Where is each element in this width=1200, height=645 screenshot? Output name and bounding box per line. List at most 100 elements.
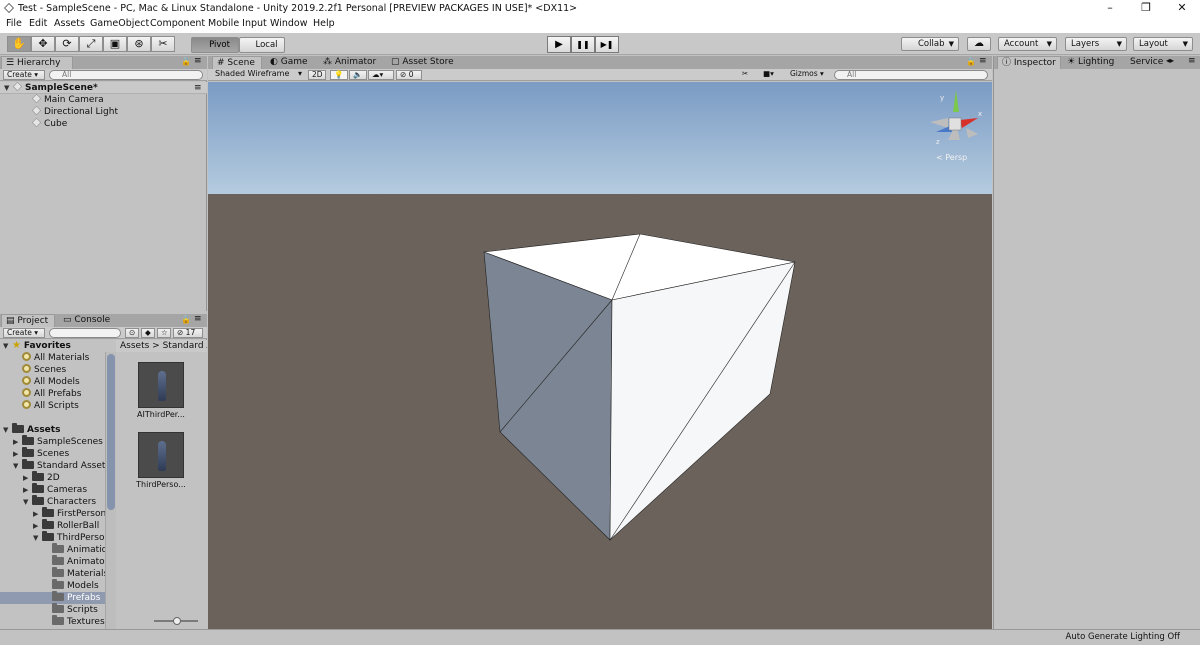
project-search-input[interactable] [49, 328, 121, 338]
custom-tool-icon[interactable]: ✂ [151, 36, 175, 52]
draw-mode-dropdown[interactable]: Shaded Wireframe ▾ [212, 70, 304, 80]
prefab-thumbnail[interactable] [138, 362, 184, 408]
tab-lighting[interactable]: ☀ Lighting [1067, 56, 1114, 69]
lock-icon[interactable]: 🔒 [181, 315, 191, 324]
expand-arrow-icon[interactable]: ▼ [33, 532, 42, 544]
effects-dropdown-icon[interactable]: ☁▾ [368, 70, 394, 80]
tab-inspector[interactable]: ⓘ Inspector [997, 56, 1061, 69]
asset-folder-item[interactable]: Textures [0, 615, 118, 628]
asset-folder-item[interactable]: Animator [0, 555, 118, 568]
move-tool-icon[interactable]: ✥ [31, 36, 55, 52]
menu-assets[interactable]: Assets [54, 18, 85, 29]
menu-mobile-input[interactable]: Mobile Input [208, 18, 267, 29]
expand-arrow-icon[interactable]: ▶ [13, 436, 22, 448]
collab-dropdown[interactable]: Collab ▼ [901, 37, 959, 51]
menu-gameobject[interactable]: GameObject [90, 18, 149, 29]
tools-icon[interactable]: ✂ [739, 70, 757, 80]
local-toggle[interactable]: Local [239, 37, 285, 53]
asset-folder-item[interactable]: Models [0, 579, 118, 592]
menu-file[interactable]: File [6, 18, 22, 29]
menu-window[interactable]: Window [270, 18, 307, 29]
gizmos-dropdown[interactable]: Gizmos ▾ [787, 70, 829, 80]
slider-handle[interactable] [173, 617, 181, 625]
menu-component[interactable]: Component [150, 18, 205, 29]
transform-tool-icon[interactable]: ⊛ [127, 36, 151, 52]
tab-console[interactable]: ▭ Console [63, 314, 110, 327]
status-text[interactable]: Auto Generate Lighting Off [1066, 632, 1180, 642]
prefab-thumbnail[interactable] [138, 432, 184, 478]
project-create-button[interactable]: Create ▾ [3, 328, 45, 338]
breadcrumb-item[interactable]: Standard A [163, 341, 207, 351]
breadcrumb-item[interactable]: Assets [120, 341, 149, 351]
asset-folder-item[interactable]: Scripts [0, 603, 118, 616]
asset-folder-item[interactable]: ▶ SampleScenes [0, 435, 118, 448]
favorites-header[interactable]: ▼ ★ Favorites [0, 340, 71, 352]
minimize-button[interactable]: – [1092, 0, 1128, 17]
menu-edit[interactable]: Edit [29, 18, 47, 29]
scene-row[interactable]: ▼ SampleScene* ≡ [0, 81, 207, 94]
rotate-tool-icon[interactable]: ⟳ [55, 36, 79, 52]
hidden-count-badge[interactable]: ⊘ 17 [173, 328, 203, 338]
expand-arrow-icon[interactable]: ▼ [13, 460, 22, 472]
close-button[interactable]: ✕ [1164, 0, 1200, 17]
asset-folder-item[interactable]: ▼ Characters [0, 495, 118, 508]
hierarchy-item-directional-light[interactable]: Directional Light [31, 105, 118, 118]
hierarchy-search-input[interactable]: All [49, 70, 203, 80]
play-button[interactable]: ▶ [547, 36, 571, 53]
hierarchy-item-main-camera[interactable]: Main Camera [31, 93, 104, 106]
favorite-star-icon[interactable]: ☆ [157, 328, 171, 338]
account-dropdown[interactable]: Account ▼ [998, 37, 1057, 51]
asset-folder-item[interactable]: Animation [0, 543, 118, 556]
favorite-item[interactable]: All Scripts [22, 400, 79, 412]
icon-size-slider[interactable] [154, 617, 198, 625]
tab-scene[interactable]: # Scene [212, 56, 262, 69]
filter-type-icon[interactable]: ⊙ [125, 328, 139, 338]
hierarchy-item-cube[interactable]: Cube [31, 117, 67, 130]
asset-folder-item[interactable]: ▶ Cameras [0, 483, 118, 496]
scene-search-input[interactable]: All [834, 70, 988, 80]
expand-arrow-icon[interactable]: ▶ [23, 484, 32, 496]
tab-asset-store[interactable]: ▢ Asset Store [391, 56, 454, 69]
assets-header[interactable]: ▼ Assets [0, 423, 60, 436]
tree-scrollbar[interactable] [105, 352, 116, 629]
panel-menu-icon[interactable]: ≡ [194, 314, 202, 324]
expand-arrow-icon[interactable]: ▶ [13, 448, 22, 460]
cloud-button[interactable]: ☁ [967, 37, 991, 51]
favorite-item[interactable]: All Materials [22, 352, 89, 364]
lock-icon[interactable]: 🔒 [966, 57, 976, 66]
pivot-toggle[interactable]: Pivot [191, 37, 239, 53]
panel-menu-icon[interactable]: ≡ [979, 56, 987, 66]
maximize-button[interactable]: ❐ [1128, 0, 1164, 17]
rect-tool-icon[interactable]: ▣ [103, 36, 127, 52]
expand-arrow-icon[interactable]: ▶ [33, 520, 42, 532]
panel-menu-icon[interactable]: ≡ [1188, 56, 1196, 66]
tab-game[interactable]: ◐ Game [270, 56, 308, 69]
favorite-item[interactable]: Scenes [22, 364, 66, 376]
tab-scroll-icon[interactable]: ◂▸ [1166, 56, 1174, 65]
asset-folder-item[interactable]: ▶ 2D [0, 471, 118, 484]
favorite-item[interactable]: All Prefabs [22, 388, 81, 400]
scale-tool-icon[interactable]: ⤢ [79, 36, 103, 52]
tab-project[interactable]: ▤ Project [1, 314, 55, 327]
favorite-item[interactable]: All Models [22, 376, 80, 388]
asset-folder-item[interactable]: Materials [0, 567, 118, 580]
asset-folder-item[interactable]: ▼ Standard Assets [0, 459, 118, 472]
filter-label-icon[interactable]: ◆ [141, 328, 155, 338]
asset-folder-item[interactable]: ▶ Scenes [0, 447, 118, 460]
asset-folder-item[interactable]: Prefabs [0, 591, 118, 604]
hidden-objects-toggle[interactable]: ⊘ 0 [396, 70, 422, 80]
asset-folder-item[interactable]: ▶ FirstPerson [0, 507, 118, 520]
hand-tool-icon[interactable]: ✋ [7, 36, 31, 52]
lighting-toggle-icon[interactable]: 💡 [330, 70, 348, 80]
expand-arrow-icon[interactable]: ▶ [23, 472, 32, 484]
hierarchy-create-button[interactable]: Create ▾ [3, 70, 45, 80]
scrollbar-thumb[interactable] [107, 354, 115, 510]
pause-button[interactable]: ❚❚ [571, 36, 595, 53]
camera-settings-icon[interactable]: ■▾ [760, 70, 786, 80]
tab-animator[interactable]: ⁂ Animator [323, 56, 376, 69]
tab-hierarchy[interactable]: ☰ Hierarchy [1, 56, 73, 69]
scene-viewport[interactable]: y x z < Persp [208, 82, 992, 629]
scene-menu-icon[interactable]: ≡ [194, 82, 202, 94]
tab-services[interactable]: Service [1130, 56, 1163, 69]
step-button[interactable]: ▶❚ [595, 36, 619, 53]
